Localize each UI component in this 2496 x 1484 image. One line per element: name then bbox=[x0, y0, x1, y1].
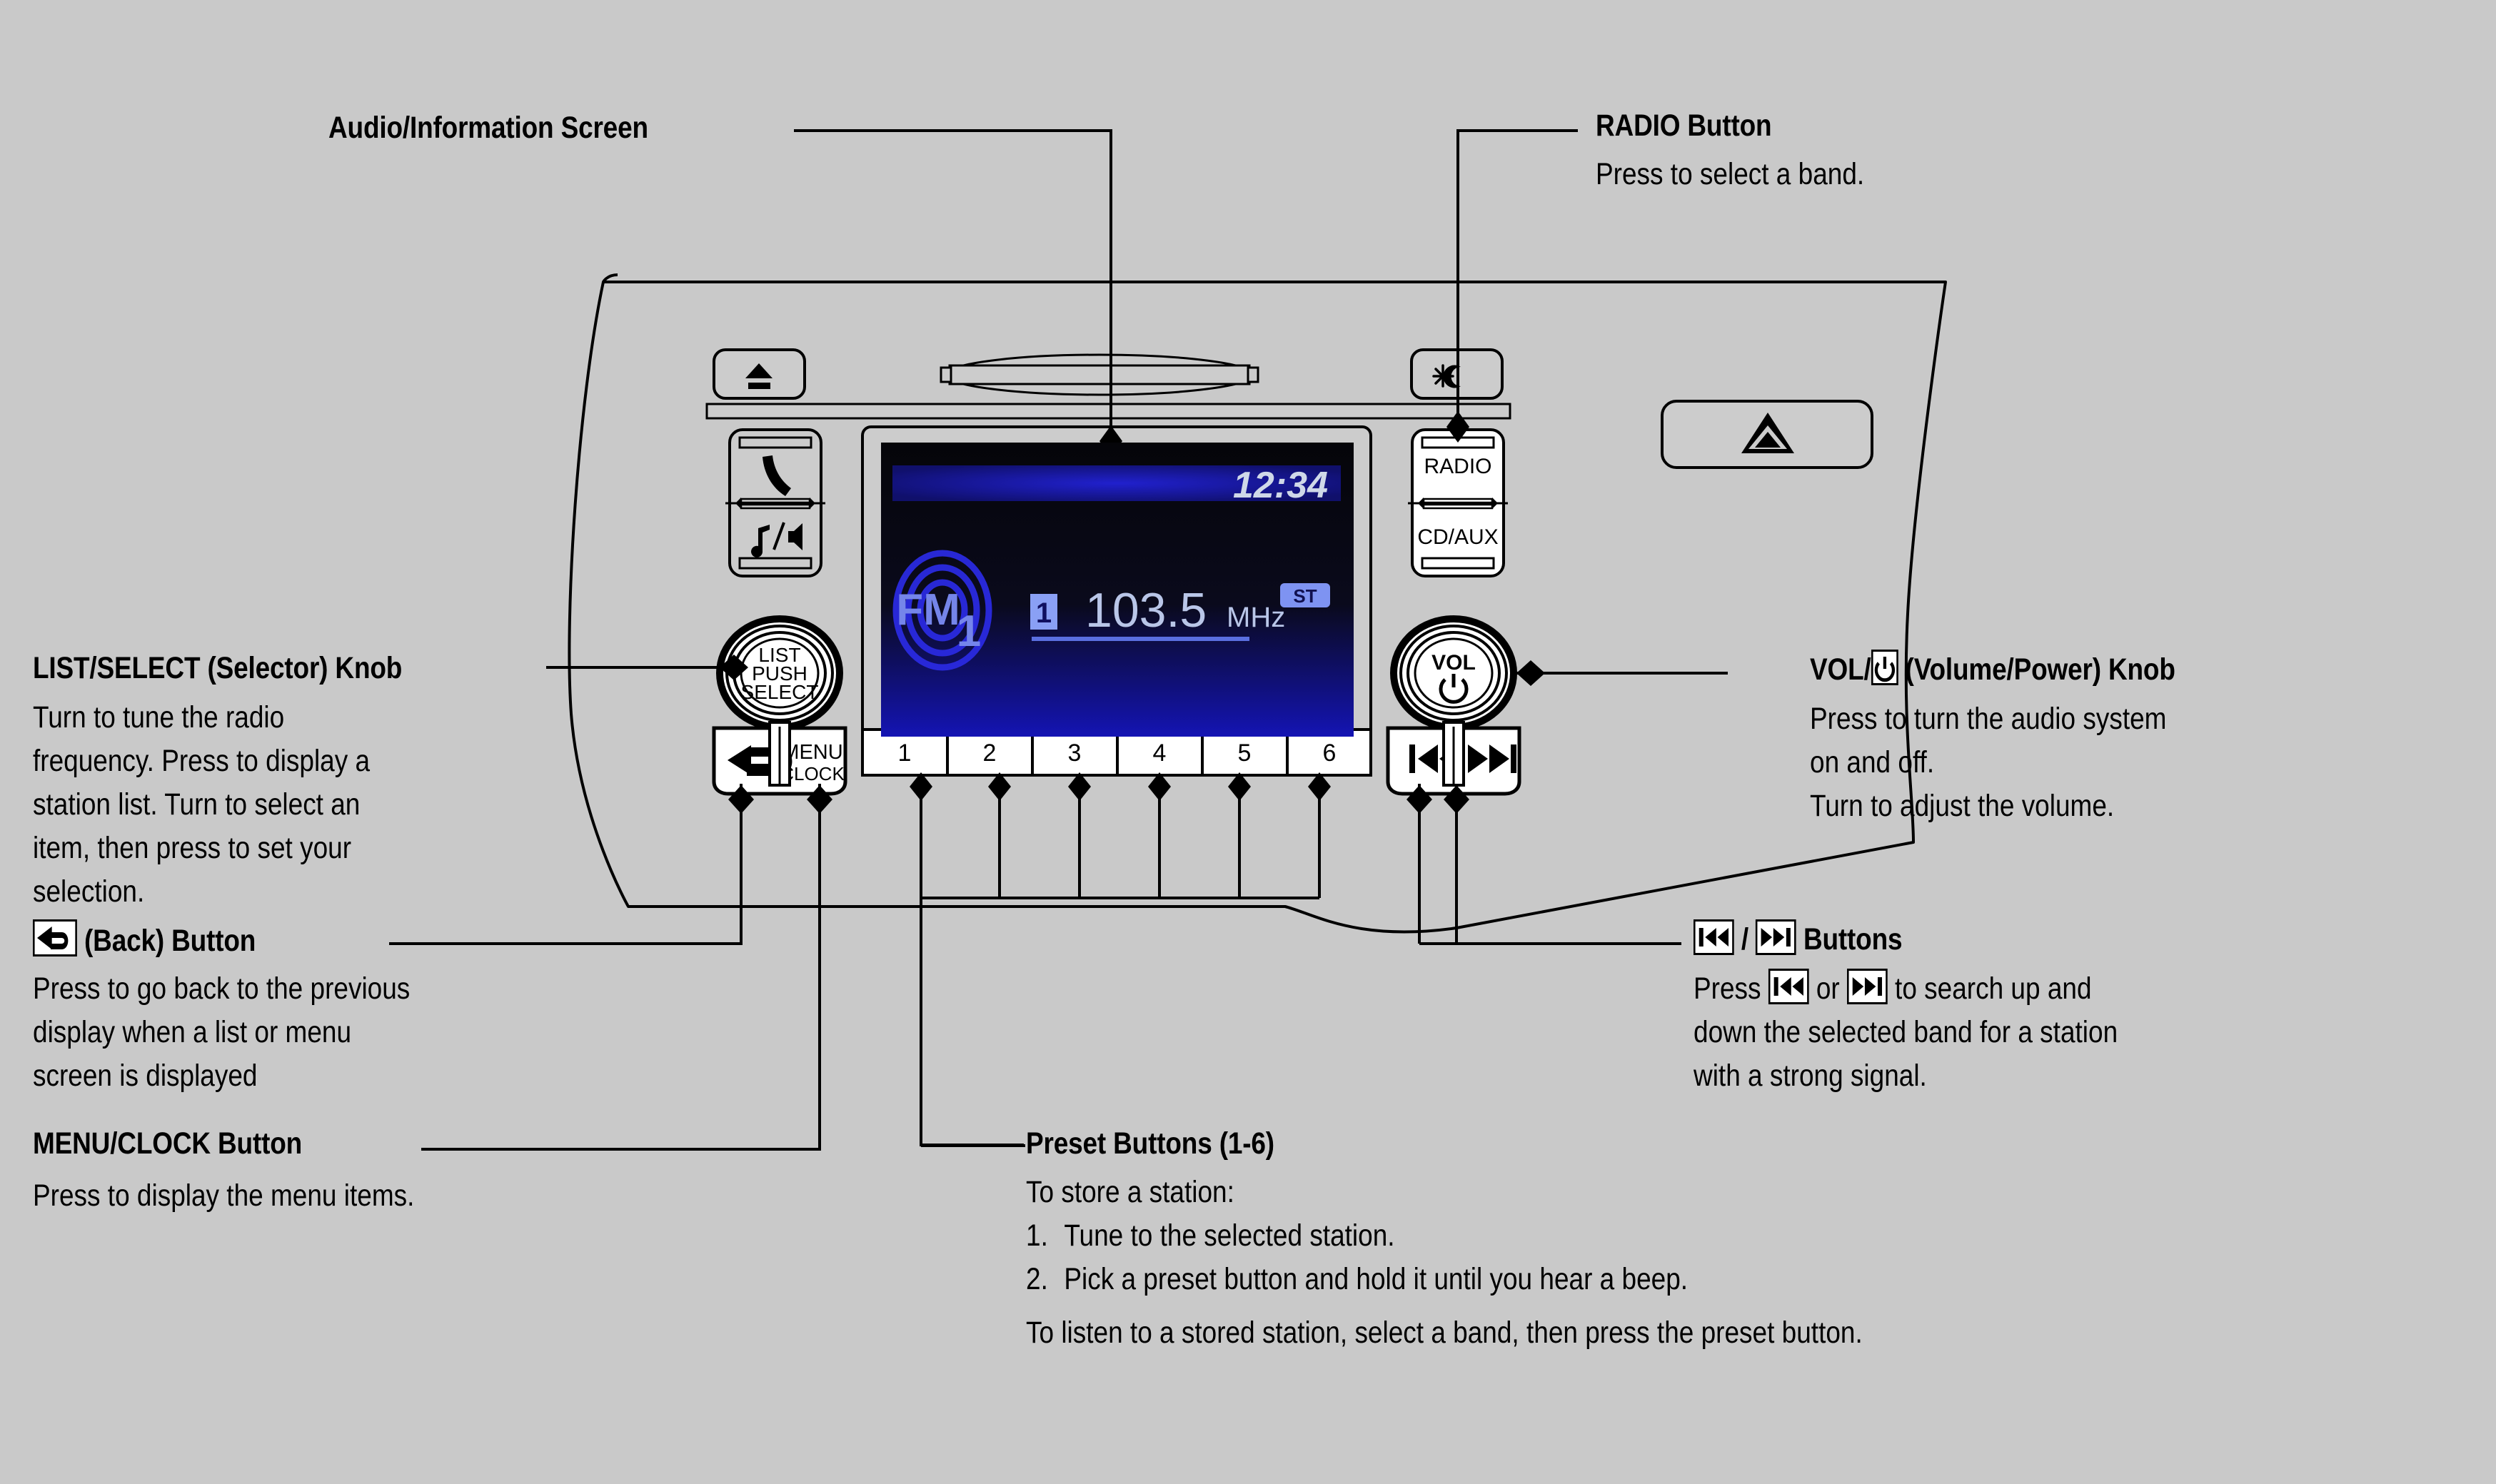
svg-text:ST: ST bbox=[1293, 585, 1317, 607]
callout-line: item, then press to set your bbox=[33, 831, 352, 865]
cd-slot[interactable] bbox=[940, 353, 1259, 396]
preset-key-3: 3 bbox=[1068, 740, 1082, 767]
callout-text: Press bbox=[1694, 971, 1761, 1006]
svg-text:1: 1 bbox=[957, 607, 981, 656]
callout-heading-radio-button: RADIO Button bbox=[1596, 108, 1772, 143]
step-text: Pick a preset button and hold it until y… bbox=[1064, 1262, 1689, 1296]
preset-key-4: 4 bbox=[1153, 740, 1167, 767]
preset-key-1: 1 bbox=[898, 740, 912, 767]
rocker-divider bbox=[725, 498, 825, 510]
callout-body-back-button: Press to go back to the previous display… bbox=[33, 967, 410, 1098]
knob-label-select: SELECT bbox=[741, 681, 819, 703]
rocker-divider bbox=[1408, 498, 1508, 510]
callout-text: to search up and bbox=[1895, 971, 2092, 1006]
preset-key-5: 5 bbox=[1238, 740, 1252, 767]
skip-previous-icon bbox=[1768, 969, 1809, 1004]
hazard-button[interactable] bbox=[1661, 400, 1873, 469]
callout-step: 2. Pick a preset button and hold it until… bbox=[1026, 1258, 1863, 1301]
callout-heading-prefix: VOL/ bbox=[1810, 652, 1871, 687]
display-frequency: 103.5 bbox=[1085, 583, 1207, 637]
skip-next-icon bbox=[1756, 919, 1796, 955]
callout-heading-vol-power-knob: VOL/ (Volume/Power) Knob bbox=[1810, 650, 2175, 687]
callout-body-radio-button: Press to select a band. bbox=[1596, 157, 1865, 191]
callout-heading-audio-screen: Audio/Information Screen bbox=[328, 111, 648, 145]
svg-text:MENU: MENU bbox=[782, 741, 842, 764]
back-menu-leader-rake bbox=[391, 784, 821, 1151]
callout-line: Press to turn the audio system bbox=[1810, 702, 2167, 736]
display-stereo-indicator: ST bbox=[1280, 583, 1330, 607]
callout-line: down the selected band for a station bbox=[1694, 1015, 2118, 1049]
callout-heading-text: (Back) Button bbox=[84, 924, 256, 958]
callout-line: on and off. bbox=[1810, 745, 1935, 779]
skip-previous-icon bbox=[1694, 919, 1734, 955]
callout-heading-suffix: Buttons bbox=[1803, 922, 1903, 956]
callout-line: selection. bbox=[33, 874, 145, 909]
radio-rocker-bottom-label: CD/AUX bbox=[1417, 525, 1498, 549]
step-number: 1. bbox=[1026, 1218, 1048, 1253]
callout-heading-suffix: (Volume/Power) Knob bbox=[1905, 652, 2175, 687]
display-preset-badge: 1 bbox=[1030, 594, 1057, 630]
skip-next-icon bbox=[1847, 969, 1888, 1004]
callout-body-menu-clock-button: Press to display the menu items. bbox=[33, 1178, 415, 1213]
eject-button[interactable] bbox=[713, 348, 806, 400]
vol-knob-label: VOL bbox=[1431, 651, 1476, 675]
diamond-vol-knob bbox=[1516, 660, 1545, 686]
callout-line: Press to go back to the previous bbox=[33, 971, 411, 1006]
callout-text: or bbox=[1816, 971, 1840, 1006]
callout-heading-separator: / bbox=[1741, 922, 1748, 956]
display-band-logo: FM 1 bbox=[892, 550, 992, 671]
callout-heading-back-button: (Back) Button bbox=[33, 919, 256, 959]
step-text: Tune to the selected station. bbox=[1064, 1218, 1395, 1253]
callout-line: Turn to adjust the volume. bbox=[1810, 789, 2115, 823]
callout-line: To store a station: bbox=[1026, 1175, 1234, 1209]
callout-line: Press or to search up and bbox=[1694, 967, 2118, 1011]
callout-step: 1. Tune to the selected station. bbox=[1026, 1214, 1863, 1258]
callout-line: To listen to a stored station, select a … bbox=[1026, 1316, 1863, 1350]
callout-heading-preset-buttons: Preset Buttons (1-6) bbox=[1026, 1126, 1274, 1161]
radio-rocker-top-label: RADIO bbox=[1424, 455, 1491, 478]
back-arrow-icon bbox=[33, 919, 77, 956]
faceplate-trim-bar bbox=[705, 403, 1511, 420]
callout-heading-skip-buttons: / Buttons bbox=[1694, 919, 1903, 957]
preset-leader-rake bbox=[920, 784, 1321, 1147]
preset-key-6: 6 bbox=[1323, 740, 1337, 767]
callout-line: with a strong signal. bbox=[1694, 1059, 1927, 1093]
callout-body-skip-buttons: Press or to search up and down the selec… bbox=[1694, 967, 2118, 1098]
callout-line: frequency. Press to display a bbox=[33, 744, 371, 778]
callout-body-vol-power-knob: Press to turn the audio system on and of… bbox=[1810, 697, 2166, 828]
callout-heading-list-select-knob: LIST/SELECT (Selector) Knob bbox=[33, 651, 403, 685]
callout-body-preset-buttons: To store a station: 1. Tune to the select… bbox=[1026, 1171, 1863, 1355]
svg-text:1: 1 bbox=[1036, 597, 1052, 629]
step-number: 2. bbox=[1026, 1262, 1048, 1296]
display-frequency-unit: MHz bbox=[1227, 602, 1285, 633]
phone-audio-rocker[interactable] bbox=[725, 428, 825, 577]
callout-line: station list. Turn to select an bbox=[33, 787, 361, 822]
audio-information-screen: 12:34 FM 1 1 103.5 MHz ST bbox=[881, 443, 1354, 737]
power-icon bbox=[1871, 650, 1898, 685]
display-clock: 12:34 bbox=[1233, 465, 1328, 506]
preset-key-2: 2 bbox=[983, 740, 997, 767]
knob-stem-left bbox=[768, 721, 791, 787]
callout-line: screen is displayed bbox=[33, 1059, 258, 1093]
knob-stem-right bbox=[1442, 721, 1465, 787]
callout-line: display when a list or menu bbox=[33, 1015, 352, 1049]
vol-power-knob[interactable]: VOL bbox=[1390, 615, 1517, 731]
callout-body-list-select-knob: Turn to tune the radio frequency. Press … bbox=[33, 696, 370, 914]
callout-heading-menu-clock-button: MENU/CLOCK Button bbox=[33, 1126, 303, 1161]
radio-cdaux-rocker[interactable]: RADIO CD/AUX bbox=[1408, 428, 1508, 577]
svg-text:FM: FM bbox=[896, 585, 960, 635]
callout-line: Turn to tune the radio bbox=[33, 700, 285, 735]
